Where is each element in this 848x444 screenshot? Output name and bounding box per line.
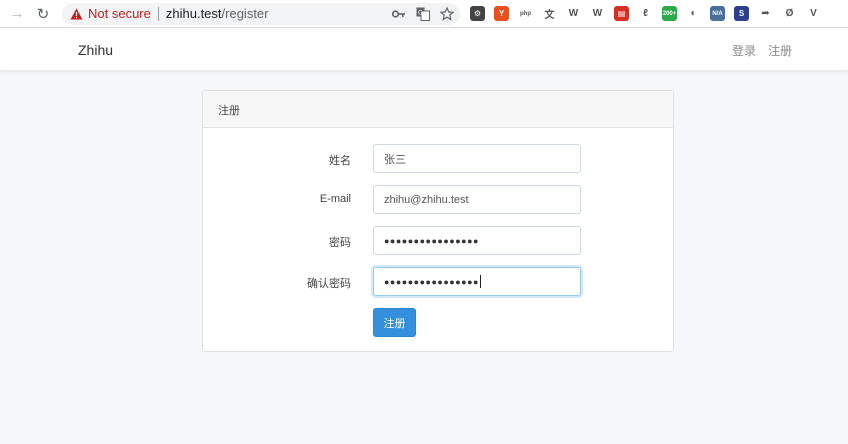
translate-icon[interactable]: G <box>416 7 430 21</box>
wordpress-ext-icon[interactable]: W <box>566 6 581 21</box>
confirm-password-row: 确认密码 ●●●●●●●●●●●●●●●● <box>203 267 675 297</box>
name-input[interactable]: 张三 <box>373 144 581 173</box>
address-bar[interactable]: Not secure zhihu.test/register G <box>62 2 460 25</box>
password-row: 密码 ●●●●●●●●●●●●●●●● <box>203 226 675 256</box>
url-host: zhihu.test <box>165 6 222 21</box>
confirm-password-input[interactable]: ●●●●●●●●●●●●●●●● <box>373 267 581 296</box>
s-ext-icon[interactable]: S <box>734 6 749 21</box>
name-row: 姓名 张三 <box>203 144 675 174</box>
app-navbar: Zhihu 登录 注册 <box>0 29 848 71</box>
email-label: E-mail <box>319 193 351 205</box>
login-link[interactable]: 登录 <box>732 42 756 59</box>
counter-ext-icon[interactable]: 200+ <box>662 6 677 21</box>
back-arrow-icon[interactable]: → <box>6 3 28 25</box>
confirm-password-value: ●●●●●●●●●●●●●●●● <box>384 276 479 287</box>
arrow-ext-icon[interactable]: ➦ <box>758 6 773 21</box>
warning-triangle-icon <box>70 8 83 20</box>
redux-ext-icon[interactable]: Y <box>494 6 509 21</box>
wordpress2-ext-icon[interactable]: W <box>590 6 605 21</box>
email-input[interactable]: zhihu@zhihu.test <box>373 185 581 214</box>
browser-toolbar: → ↻ Not secure zhihu.test/register G ⚙ Yp… <box>0 0 848 28</box>
email-row: E-mail zhihu@zhihu.test <box>203 185 675 215</box>
moon-ext-icon[interactable]: ◐ <box>686 6 701 21</box>
reload-icon[interactable]: ↻ <box>32 3 54 25</box>
address-separator <box>157 6 159 21</box>
leaf-ext-icon[interactable]: ℓ <box>638 6 653 21</box>
security-status-label[interactable]: Not secure <box>88 6 151 21</box>
confirm-password-label: 确认密码 <box>307 278 351 290</box>
register-card: 注册 姓名 张三 E-mail zhihu@zhihu.test 密码 ●●●●… <box>202 90 674 352</box>
register-link[interactable]: 注册 <box>768 42 792 59</box>
url-path: /register <box>221 6 269 21</box>
php-ext-icon[interactable]: php <box>518 6 533 21</box>
translate-ext-icon[interactable]: 文 <box>542 6 557 21</box>
key-icon[interactable] <box>392 7 406 21</box>
vue-ext-icon[interactable]: V <box>806 6 821 21</box>
name-label: 姓名 <box>329 155 351 167</box>
bookmark-star-icon[interactable] <box>440 6 454 21</box>
text-caret <box>479 275 481 288</box>
extensions-bar: ⚙ Yphp 文 W W ▤ ℓ 200+ ◐ N/A S ➦ Ø V <box>470 6 821 21</box>
na-ext-icon[interactable]: N/A <box>710 6 725 21</box>
password-label: 密码 <box>329 237 351 249</box>
gear-ext-icon[interactable]: ⚙ <box>470 6 485 21</box>
red-ext-icon[interactable]: ▤ <box>614 6 629 21</box>
card-title: 注册 <box>203 91 673 128</box>
register-submit-button[interactable]: 注册 <box>373 308 416 337</box>
brand-logo[interactable]: Zhihu <box>78 42 113 58</box>
o-ext-icon[interactable]: Ø <box>782 6 797 21</box>
password-input[interactable]: ●●●●●●●●●●●●●●●● <box>373 226 581 255</box>
svg-text:G: G <box>418 9 423 16</box>
